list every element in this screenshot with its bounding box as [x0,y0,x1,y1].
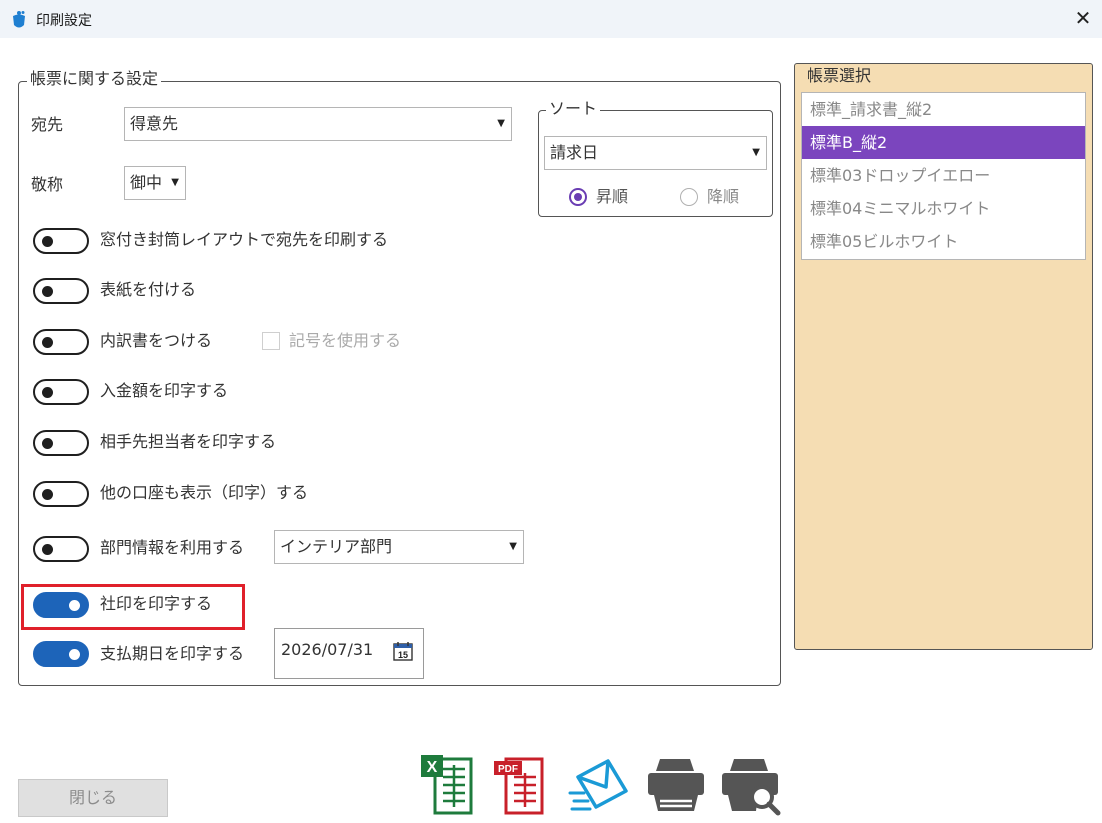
toggle-department-info[interactable] [33,536,89,562]
title-bar: 印刷設定 ✕ [0,0,1102,38]
toggle-company-seal[interactable] [33,592,89,618]
sort-field-value: 請求日 [550,143,599,162]
toggle-breakdown[interactable] [33,329,89,355]
use-symbol-label: 記号を使用する [289,331,402,350]
due-date-value: 2026/07/31 [281,640,374,659]
printer-icon[interactable] [644,757,708,813]
toggle-other-accounts[interactable] [33,481,89,507]
toggle-payment-amount-label: 入金額を印字する [100,381,229,400]
dropdown-arrow-icon: ▼ [752,147,760,158]
pdf-text: PDF [498,764,518,775]
form-settings-legend: 帳票に関する設定 [27,69,162,89]
toggle-other-accounts-label: 他の口座も表示（印字）する [100,483,309,502]
list-item[interactable]: 標準05ビルホワイト [802,225,1085,258]
window-title: 印刷設定 [36,13,92,29]
sort-ascending-label: 昇順 [596,187,629,206]
honorific-value: 御中 [130,173,163,192]
excel-export-icon[interactable]: X [419,753,475,817]
sort-ascending-radio[interactable] [569,188,587,206]
honorific-label: 敬称 [31,175,64,194]
destination-value: 得意先 [130,114,179,133]
toggle-department-info-label: 部門情報を利用する [100,538,245,557]
sort-field-select[interactable]: 請求日 ▼ [544,136,767,170]
due-date-field[interactable]: 2026/07/31 15 [274,628,424,679]
excel-letter: X [427,759,438,776]
toggle-contact-person-label: 相手先担当者を印字する [100,432,277,451]
form-select-legend: 帳票選択 [804,66,875,86]
sort-legend: ソート [546,99,601,119]
calendar-day-text: 15 [398,650,408,660]
toggle-payment-amount[interactable] [33,379,89,405]
close-icon[interactable]: ✕ [1070,5,1096,31]
dropdown-arrow-icon: ▼ [509,541,517,552]
toggle-cover-page-label: 表紙を付ける [100,280,197,299]
list-item[interactable]: 標準03ドロップイエロー [802,159,1085,192]
calendar-icon[interactable]: 15 [393,641,413,661]
destination-label: 宛先 [31,115,64,134]
sort-descending-label: 降順 [707,187,740,206]
dropdown-arrow-icon: ▼ [497,118,505,129]
toggle-cover-page[interactable] [33,278,89,304]
form-select-list[interactable]: 標準_請求書_縦2 標準B_縦2 標準03ドロップイエロー 標準04ミニマルホワ… [801,92,1086,260]
toggle-contact-person[interactable] [33,430,89,456]
destination-select[interactable]: 得意先 ▼ [124,107,512,141]
sort-descending-radio[interactable] [680,188,698,206]
toggle-window-envelope[interactable] [33,228,89,254]
toggle-due-date-label: 支払期日を印字する [100,644,245,663]
toggle-breakdown-label: 内訳書をつける [100,331,213,350]
app-logo-icon [13,11,25,28]
print-preview-icon[interactable] [718,757,782,817]
use-symbol-checkbox[interactable] [262,332,280,350]
pdf-export-icon[interactable]: PDF [492,753,548,817]
list-item[interactable]: 標準_請求書_縦2 [802,93,1085,126]
dropdown-arrow-icon: ▼ [171,177,179,188]
toggle-window-envelope-label: 窓付き封筒レイアウトで宛先を印刷する [100,230,389,249]
toggle-company-seal-label: 社印を印字する [100,594,213,613]
mail-icon[interactable] [568,757,632,813]
toggle-due-date[interactable] [33,641,89,667]
list-item-selected[interactable]: 標準B_縦2 [802,126,1085,159]
department-select[interactable]: インテリア部門 ▼ [274,530,524,564]
close-button[interactable]: 閉じる [18,779,168,817]
honorific-select[interactable]: 御中 ▼ [124,166,186,200]
list-item[interactable]: 標準04ミニマルホワイト [802,192,1085,225]
department-value: インテリア部門 [280,537,393,556]
